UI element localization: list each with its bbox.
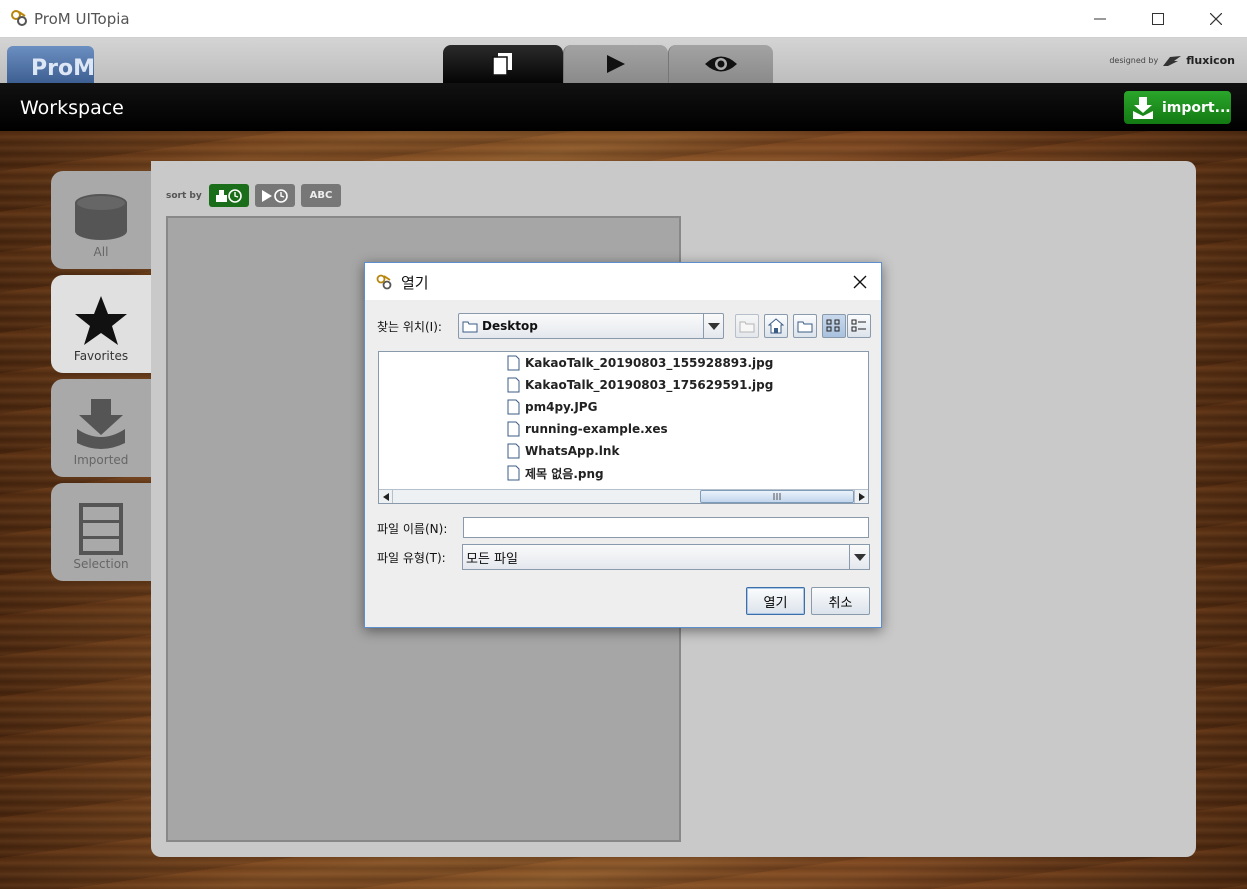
list-item[interactable]: WhatsApp.lnk	[507, 441, 619, 461]
file-icon	[507, 377, 520, 393]
grip-icon	[773, 493, 781, 500]
horizontal-scrollbar[interactable]	[379, 489, 868, 503]
sidebar-item-label: Imported	[73, 453, 129, 467]
close-window-button[interactable]	[1187, 0, 1245, 38]
sidebar-item-label: Favorites	[73, 349, 129, 363]
file-name-label: 파일 이름(N):	[377, 522, 448, 536]
file-icon	[507, 355, 520, 371]
documents-icon	[492, 53, 512, 76]
chevron-down-icon	[703, 314, 723, 338]
sidebar-item-selection[interactable]: Selection	[51, 483, 151, 581]
chevron-down-icon	[849, 545, 869, 569]
fluxicon-text: fluxicon	[1186, 54, 1235, 67]
details-view-button[interactable]	[847, 314, 871, 338]
import-label: import...	[1162, 99, 1231, 116]
look-in-value: Desktop	[482, 319, 538, 333]
new-folder-button[interactable]	[793, 314, 817, 338]
home-icon	[768, 318, 784, 334]
close-icon	[853, 275, 867, 289]
file-name: WhatsApp.lnk	[525, 444, 620, 458]
close-icon	[1210, 13, 1222, 25]
scroll-left-button[interactable]	[379, 490, 393, 503]
import-icon	[77, 399, 125, 449]
eye-icon	[705, 56, 737, 72]
open-file-dialog: 열기 찾는 위치(I): Desktop KakaoTalk_20190803_…	[364, 262, 882, 628]
list-view-button[interactable]	[822, 314, 846, 338]
list-item[interactable]: KakaoTalk_20190803_175629591.jpg	[507, 375, 773, 395]
file-name-field[interactable]	[463, 517, 869, 538]
minimize-icon	[1094, 18, 1106, 20]
import-button[interactable]: import...	[1124, 91, 1231, 124]
details-view-icon	[851, 319, 866, 332]
look-in-dropdown[interactable]: Desktop	[458, 313, 724, 339]
dialog-titlebar: 열기	[365, 263, 881, 300]
file-icon	[507, 421, 520, 437]
open-button[interactable]: 열기	[746, 587, 805, 615]
tab-actions[interactable]	[563, 45, 668, 83]
page-title: Workspace	[20, 97, 124, 119]
list-item[interactable]: pm4py.JPG	[507, 397, 597, 417]
workspace-header: Workspace import...	[0, 83, 1247, 131]
file-name: KakaoTalk_20190803_155928893.jpg	[525, 356, 774, 370]
list-view-icon	[826, 319, 840, 332]
cancel-button[interactable]: 취소	[811, 587, 870, 615]
new-folder-icon	[797, 321, 813, 333]
window-title: ProM UITopia	[34, 10, 130, 28]
sidebar-item-all[interactable]: All	[51, 171, 151, 269]
folder-up-icon	[739, 321, 755, 333]
tab-workspace[interactable]	[443, 45, 563, 83]
fluxicon-logo-icon	[1163, 55, 1182, 66]
designed-by-fluxicon: designed by fluxicon	[1109, 54, 1235, 67]
designed-by-text: designed by	[1109, 56, 1159, 65]
list-item[interactable]: 제목 없음.png	[507, 463, 604, 483]
sort-by-name-button[interactable]: ABC	[301, 184, 341, 207]
sidebar-item-imported[interactable]: Imported	[51, 379, 151, 477]
prom-app-icon	[10, 9, 28, 31]
play-icon	[607, 55, 625, 73]
file-name: 제목 없음.png	[525, 466, 604, 481]
prom-app-icon	[376, 274, 392, 290]
sort-by-action-time-button[interactable]	[255, 184, 295, 207]
minimize-button[interactable]	[1071, 0, 1129, 38]
file-icon	[507, 465, 520, 481]
file-name: pm4py.JPG	[525, 400, 598, 414]
top-band: ProM designed by fluxicon	[0, 38, 1247, 83]
file-type-dropdown[interactable]: 모든 파일	[462, 544, 870, 570]
folder-icon	[462, 321, 478, 332]
play-clock-icon	[262, 188, 288, 203]
chevron-right-icon	[858, 492, 865, 501]
file-type-value: 모든 파일	[466, 551, 518, 567]
tab-views[interactable]	[668, 45, 773, 83]
chevron-left-icon	[382, 492, 389, 501]
sidebar-item-favorites[interactable]: Favorites	[51, 275, 151, 373]
file-type-label: 파일 유형(T):	[377, 551, 446, 565]
database-icon	[75, 194, 127, 240]
dialog-close-button[interactable]	[853, 274, 869, 290]
sort-by-label: sort by	[166, 191, 202, 201]
sidebar-item-label: Selection	[73, 557, 129, 571]
look-in-label: 찾는 위치(I):	[377, 320, 442, 334]
scroll-thumb[interactable]	[700, 490, 854, 503]
file-icon	[507, 399, 520, 415]
file-list[interactable]: KakaoTalk_20190803_155928893.jpg KakaoTa…	[378, 351, 869, 504]
sort-by-import-time-button[interactable]	[209, 184, 249, 207]
up-one-level-button[interactable]	[735, 314, 759, 338]
selection-icon	[79, 503, 123, 555]
home-button[interactable]	[764, 314, 788, 338]
file-icon	[507, 443, 520, 459]
list-item[interactable]: running-example.xes	[507, 419, 668, 439]
sidebar-item-label: All	[93, 245, 109, 259]
prom-logo: ProM	[7, 46, 94, 83]
import-clock-icon	[216, 188, 242, 203]
list-item[interactable]: KakaoTalk_20190803_155928893.jpg	[507, 353, 773, 373]
maximize-button[interactable]	[1129, 0, 1187, 38]
import-download-icon	[1133, 96, 1153, 119]
file-name: KakaoTalk_20190803_175629591.jpg	[525, 378, 774, 392]
star-icon	[75, 296, 127, 345]
scroll-right-button[interactable]	[854, 490, 868, 503]
window-titlebar: ProM UITopia	[0, 0, 1247, 38]
file-name: running-example.xes	[525, 422, 668, 436]
dialog-title: 열기	[401, 274, 429, 292]
maximize-icon	[1152, 13, 1164, 25]
